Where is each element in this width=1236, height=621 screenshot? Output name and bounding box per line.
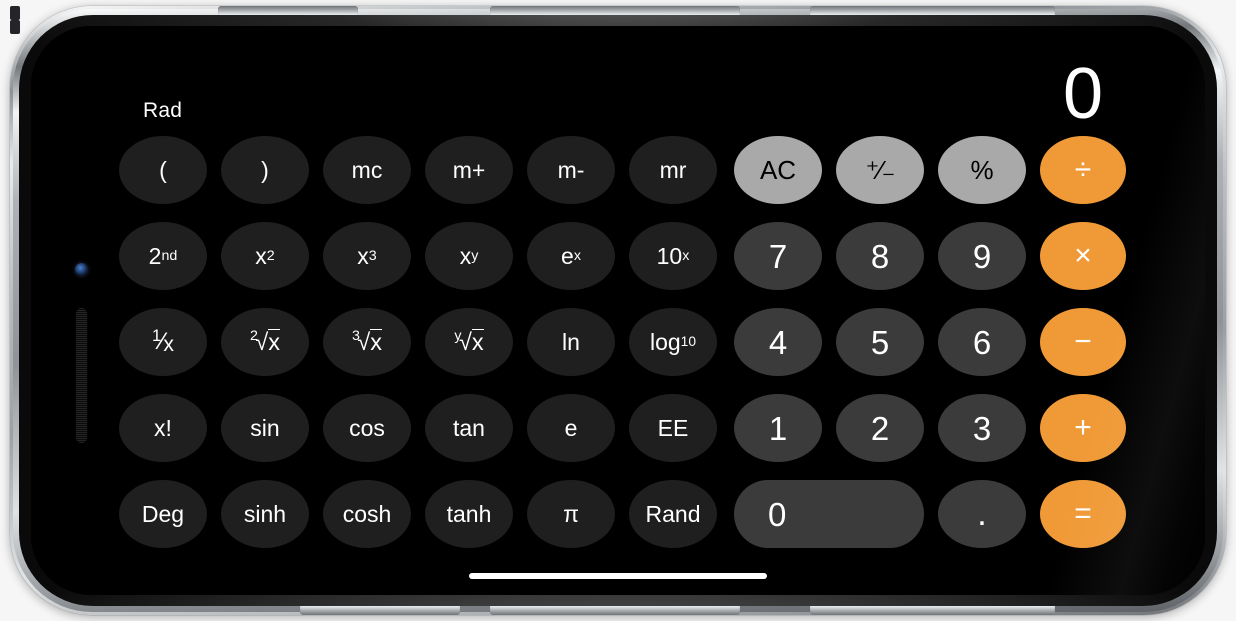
earpiece-speaker	[76, 308, 87, 443]
key-subtract[interactable]: −	[1040, 308, 1126, 376]
key-exponent-entry[interactable]: EE	[629, 394, 717, 462]
key-nth-root[interactable]: y √x	[425, 308, 513, 376]
key-square-root[interactable]: 2 √x	[221, 308, 309, 376]
key-close-paren[interactable]: )	[221, 136, 309, 204]
calculator-keypad: () mc m+ m-mr AC ⁺⁄₋% ÷ 2nd x 2 x 3 x y e x 10 x 7 8 9 × 1 ⁄ x 2 √…	[119, 136, 1185, 548]
iphone-device: Rad 0 () mc m+ m-mr AC ⁺⁄₋% ÷ 2nd x 2 x 3 x y e x 10 x 7 8 9…	[10, 6, 1226, 615]
key-divide[interactable]: ÷	[1040, 136, 1126, 204]
key-pi[interactable]: π	[527, 480, 615, 548]
key-x-cubed[interactable]: x3	[323, 222, 411, 290]
key-natural-log[interactable]: ln	[527, 308, 615, 376]
radical-glyph: y √x	[454, 327, 484, 356]
key-multiply[interactable]: ×	[1040, 222, 1126, 290]
key-log-base-10[interactable]: log 10	[629, 308, 717, 376]
key-0[interactable]: 0	[734, 480, 924, 548]
fraction-glyph: 1 ⁄ x	[152, 325, 174, 356]
front-camera-icon	[75, 263, 88, 276]
home-indicator[interactable]	[469, 573, 767, 579]
key-hyperbolic-sine[interactable]: sinh	[221, 480, 309, 548]
key-base: e	[561, 242, 574, 269]
key-add[interactable]: +	[1040, 394, 1126, 462]
radical-glyph: 2 √x	[250, 327, 280, 356]
key-3[interactable]: 3	[938, 394, 1026, 462]
key-5[interactable]: 5	[836, 308, 924, 376]
key-memory-clear[interactable]: mc	[323, 136, 411, 204]
key-cosine[interactable]: cos	[323, 394, 411, 462]
key-plus-minus[interactable]: ⁺⁄₋	[836, 136, 924, 204]
key-base: 2	[148, 242, 162, 269]
photo-stage: Rad 0 () mc m+ m-mr AC ⁺⁄₋% ÷ 2nd x 2 x 3 x y e x 10 x 7 8 9…	[0, 0, 1236, 621]
key-4[interactable]: 4	[734, 308, 822, 376]
key-7[interactable]: 7	[734, 222, 822, 290]
key-e-power-x[interactable]: ex	[527, 222, 615, 290]
calculator-display-value: 0	[1062, 54, 1103, 134]
key-equals[interactable]: =	[1040, 480, 1126, 548]
key-8[interactable]: 8	[836, 222, 924, 290]
key-second[interactable]: 2nd	[119, 222, 207, 290]
device-screen: Rad 0 () mc m+ m-mr AC ⁺⁄₋% ÷ 2nd x 2 x 3 x y e x 10 x 7 8 9…	[31, 26, 1205, 595]
key-1[interactable]: 1	[734, 394, 822, 462]
key-2[interactable]: 2	[836, 394, 924, 462]
key-open-paren[interactable]: (	[119, 136, 207, 204]
mute-switch[interactable]	[10, 6, 20, 20]
key-base: log	[649, 328, 681, 355]
key-ten-power-x[interactable]: 10 x	[629, 222, 717, 290]
key-all-clear[interactable]: AC	[734, 136, 822, 204]
key-base: x	[357, 242, 369, 269]
key-memory-add[interactable]: m+	[425, 136, 513, 204]
key-hyperbolic-cosine[interactable]: cosh	[323, 480, 411, 548]
key-memory-sub[interactable]: m-	[527, 136, 615, 204]
key-x-squared[interactable]: x2	[221, 222, 309, 290]
key-9[interactable]: 9	[938, 222, 1026, 290]
calculator-app: Rad 0 () mc m+ m-mr AC ⁺⁄₋% ÷ 2nd x 2 x 3 x y e x 10 x 7 8 9…	[31, 26, 1205, 595]
key-memory-recall[interactable]: mr	[629, 136, 717, 204]
plus-minus-glyph: ⁺⁄₋	[865, 155, 896, 185]
keypad-row: () mc m+ m-mr AC ⁺⁄₋% ÷	[119, 136, 1185, 204]
key-euler-number[interactable]: e	[527, 394, 615, 462]
bottom-rail-marker	[10, 20, 20, 34]
key-reciprocal[interactable]: 1 ⁄ x	[119, 308, 207, 376]
keypad-row: 2nd x 2 x 3 x y e x 10 x 7 8 9 ×	[119, 222, 1185, 290]
keypad-row: 1 ⁄ x 2 √x 3 √x y √x ln log 10 4 5 6−	[119, 308, 1185, 376]
key-sine[interactable]: sin	[221, 394, 309, 462]
notch	[31, 212, 73, 409]
angle-mode-indicator: Rad	[143, 99, 183, 122]
key-x-power-y[interactable]: xy	[425, 222, 513, 290]
key-factorial[interactable]: x!	[119, 394, 207, 462]
key-percent[interactable]: %	[938, 136, 1026, 204]
key-cube-root[interactable]: 3 √x	[323, 308, 411, 376]
keypad-row: Deg sinh cosh tanh π Rand 0. =	[119, 480, 1185, 548]
key-degrees-toggle[interactable]: Deg	[119, 480, 207, 548]
key-6[interactable]: 6	[938, 308, 1026, 376]
key-base: x	[255, 242, 267, 269]
key-decimal-point[interactable]: .	[938, 480, 1026, 548]
radical-glyph: 3 √x	[352, 327, 382, 356]
key-base: x	[459, 242, 472, 269]
key-random[interactable]: Rand	[629, 480, 717, 548]
key-tangent[interactable]: tan	[425, 394, 513, 462]
key-base: 10	[656, 242, 683, 269]
keypad-row: x! sin cos tan e EE 1 2 3 +	[119, 394, 1185, 462]
key-hyperbolic-tangent[interactable]: tanh	[425, 480, 513, 548]
